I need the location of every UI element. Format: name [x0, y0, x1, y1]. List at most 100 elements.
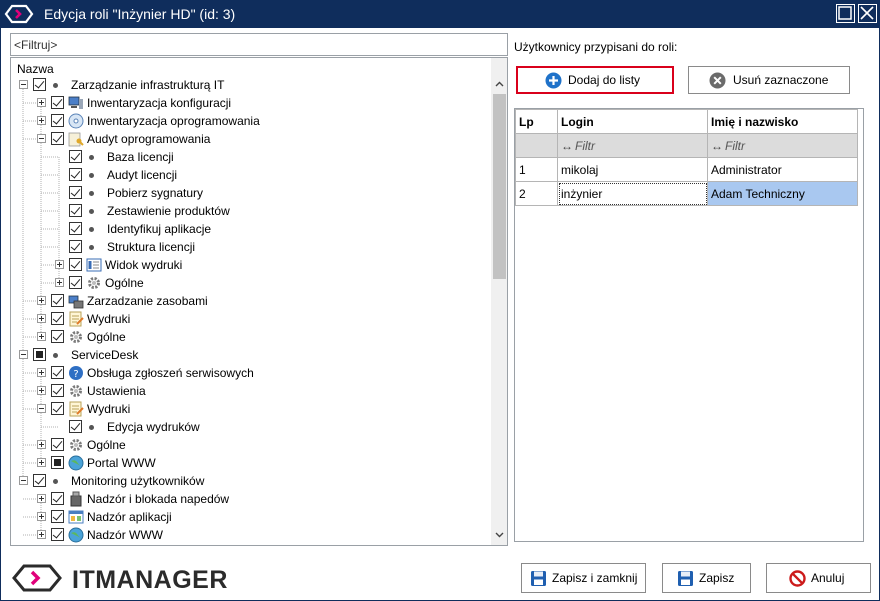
- tree-item-checkbox[interactable]: [51, 456, 64, 469]
- tree-item-checkbox[interactable]: [51, 528, 64, 541]
- expand-plus-icon[interactable]: [37, 116, 46, 125]
- scrollbar-thumb[interactable]: [493, 94, 506, 279]
- expand-plus-icon[interactable]: [37, 332, 46, 341]
- grid-header-row: Lp Login Imię i nazwisko: [515, 109, 858, 134]
- cell-login[interactable]: inżynier: [557, 181, 708, 206]
- tree-item[interactable]: Wydruki: [11, 310, 491, 328]
- maximize-button[interactable]: [836, 4, 855, 23]
- permissions-tree[interactable]: Nazwa Zarządzanie infrastrukturą IT Inwen…: [10, 57, 508, 546]
- table-row-selected[interactable]: 2 inżynier Adam Techniczny: [515, 181, 858, 206]
- cell-lp[interactable]: 2: [515, 181, 558, 206]
- expand-plus-icon[interactable]: [55, 260, 64, 269]
- expand-plus-icon[interactable]: [37, 98, 46, 107]
- tree-item-checkbox[interactable]: [51, 510, 64, 523]
- tree-item-checkbox[interactable]: [51, 294, 64, 307]
- tree-item[interactable]: Monitoring użytkowników: [11, 472, 491, 490]
- expand-plus-icon[interactable]: [37, 386, 46, 395]
- tree-item-checkbox[interactable]: [33, 474, 46, 487]
- tree-item[interactable]: Baza licencji: [11, 148, 491, 166]
- column-header-login[interactable]: Login: [557, 109, 708, 134]
- tree-item[interactable]: Ogólne: [11, 436, 491, 454]
- tree-item-checkbox[interactable]: [51, 366, 64, 379]
- expand-plus-icon[interactable]: [37, 296, 46, 305]
- tree-item[interactable]: Zestawienie produktów: [11, 202, 491, 220]
- tree-item-checkbox[interactable]: [51, 132, 64, 145]
- cancel-button[interactable]: Anuluj: [766, 563, 871, 593]
- tree-item-checkbox[interactable]: [51, 114, 64, 127]
- tree-item-checkbox[interactable]: [69, 168, 82, 181]
- tree-item-checkbox[interactable]: [69, 186, 82, 199]
- filter-cell-login[interactable]: ↔ Filtr: [557, 133, 708, 158]
- tree-item-checkbox[interactable]: [69, 420, 82, 433]
- scroll-down-arrow-icon[interactable]: [495, 530, 504, 539]
- expand-plus-icon[interactable]: [37, 458, 46, 467]
- filter-cell-name[interactable]: ↔ Filtr: [707, 133, 858, 158]
- tree-item[interactable]: Zarzadzanie zasobami: [11, 292, 491, 310]
- collapse-minus-icon[interactable]: [37, 404, 46, 413]
- scroll-up-arrow-icon[interactable]: [495, 80, 504, 89]
- tree-item[interactable]: Ogólne: [11, 274, 491, 292]
- tree-item[interactable]: Identyfikuj aplikacje: [11, 220, 491, 238]
- column-header-name[interactable]: Imię i nazwisko: [707, 109, 858, 134]
- tree-item-checkbox[interactable]: [69, 240, 82, 253]
- tree-item[interactable]: Pobierz sygnatury: [11, 184, 491, 202]
- collapse-minus-icon[interactable]: [19, 476, 28, 485]
- expand-plus-icon[interactable]: [37, 530, 46, 539]
- tree-item[interactable]: Widok wydruki: [11, 256, 491, 274]
- tree-item-checkbox[interactable]: [33, 78, 46, 91]
- save-and-close-button[interactable]: Zapisz i zamknij: [521, 563, 646, 593]
- expand-plus-icon[interactable]: [37, 314, 46, 323]
- cell-name[interactable]: Administrator: [707, 157, 858, 182]
- expand-plus-icon[interactable]: [37, 440, 46, 449]
- users-grid[interactable]: Lp Login Imię i nazwisko ↔ Filtr ↔ Filtr 1…: [514, 108, 864, 542]
- cell-login[interactable]: mikolaj: [557, 157, 708, 182]
- tree-item[interactable]: Inwentaryzacja konfiguracji: [11, 94, 491, 112]
- tree-item[interactable]: Nadzór i blokada napedów: [11, 490, 491, 508]
- tree-item[interactable]: Ustawienia: [11, 382, 491, 400]
- cell-lp[interactable]: 1: [515, 157, 558, 182]
- tree-filter-input[interactable]: [10, 33, 508, 56]
- remove-selected-button[interactable]: Usuń zaznaczone: [688, 66, 850, 94]
- collapse-minus-icon[interactable]: [19, 350, 28, 359]
- tree-item-checkbox[interactable]: [33, 348, 46, 361]
- expand-plus-icon[interactable]: [37, 512, 46, 521]
- tree-vertical-scrollbar[interactable]: [491, 58, 507, 545]
- tree-item[interactable]: Inwentaryzacja oprogramowania: [11, 112, 491, 130]
- tree-item[interactable]: Nadzór aplikacji: [11, 508, 491, 526]
- tree-item[interactable]: Portal WWW: [11, 454, 491, 472]
- save-button[interactable]: Zapisz: [662, 563, 751, 593]
- tree-item-checkbox[interactable]: [69, 276, 82, 289]
- expand-plus-icon[interactable]: [55, 278, 64, 287]
- tree-item[interactable]: Audyt licencji: [11, 166, 491, 184]
- tree-item[interactable]: Wydruki: [11, 400, 491, 418]
- tree-item-checkbox[interactable]: [69, 222, 82, 235]
- tree-item[interactable]: Edycja wydruków: [11, 418, 491, 436]
- close-button[interactable]: [858, 4, 877, 23]
- collapse-minus-icon[interactable]: [37, 134, 46, 143]
- tree-item-checkbox[interactable]: [51, 402, 64, 415]
- tree-item[interactable]: Zarządzanie infrastrukturą IT: [11, 76, 491, 94]
- tree-item-checkbox[interactable]: [51, 96, 64, 109]
- cell-name[interactable]: Adam Techniczny: [707, 181, 858, 206]
- tree-item-checkbox[interactable]: [51, 492, 64, 505]
- tree-item-checkbox[interactable]: [51, 438, 64, 451]
- table-row[interactable]: 1 mikolaj Administrator: [515, 157, 858, 182]
- tree-item-checkbox[interactable]: [69, 258, 82, 271]
- tree-item[interactable]: Audyt oprogramowania: [11, 130, 491, 148]
- tree-item[interactable]: ? Obsługa zgłoszeń serwisowych: [11, 364, 491, 382]
- tree-item-label: Ogólne: [87, 438, 126, 452]
- expand-plus-icon[interactable]: [37, 494, 46, 503]
- add-to-list-button[interactable]: Dodaj do listy: [516, 66, 674, 94]
- tree-item[interactable]: Ogólne: [11, 328, 491, 346]
- tree-item[interactable]: Nadzór WWW: [11, 526, 491, 544]
- tree-item-checkbox[interactable]: [51, 384, 64, 397]
- tree-item[interactable]: ServiceDesk: [11, 346, 491, 364]
- tree-item-checkbox[interactable]: [69, 204, 82, 217]
- tree-item-checkbox[interactable]: [51, 312, 64, 325]
- tree-item-checkbox[interactable]: [69, 150, 82, 163]
- tree-item[interactable]: Struktura licencji: [11, 238, 491, 256]
- collapse-minus-icon[interactable]: [19, 80, 28, 89]
- expand-plus-icon[interactable]: [37, 368, 46, 377]
- column-header-lp[interactable]: Lp: [515, 109, 558, 134]
- tree-item-checkbox[interactable]: [51, 330, 64, 343]
